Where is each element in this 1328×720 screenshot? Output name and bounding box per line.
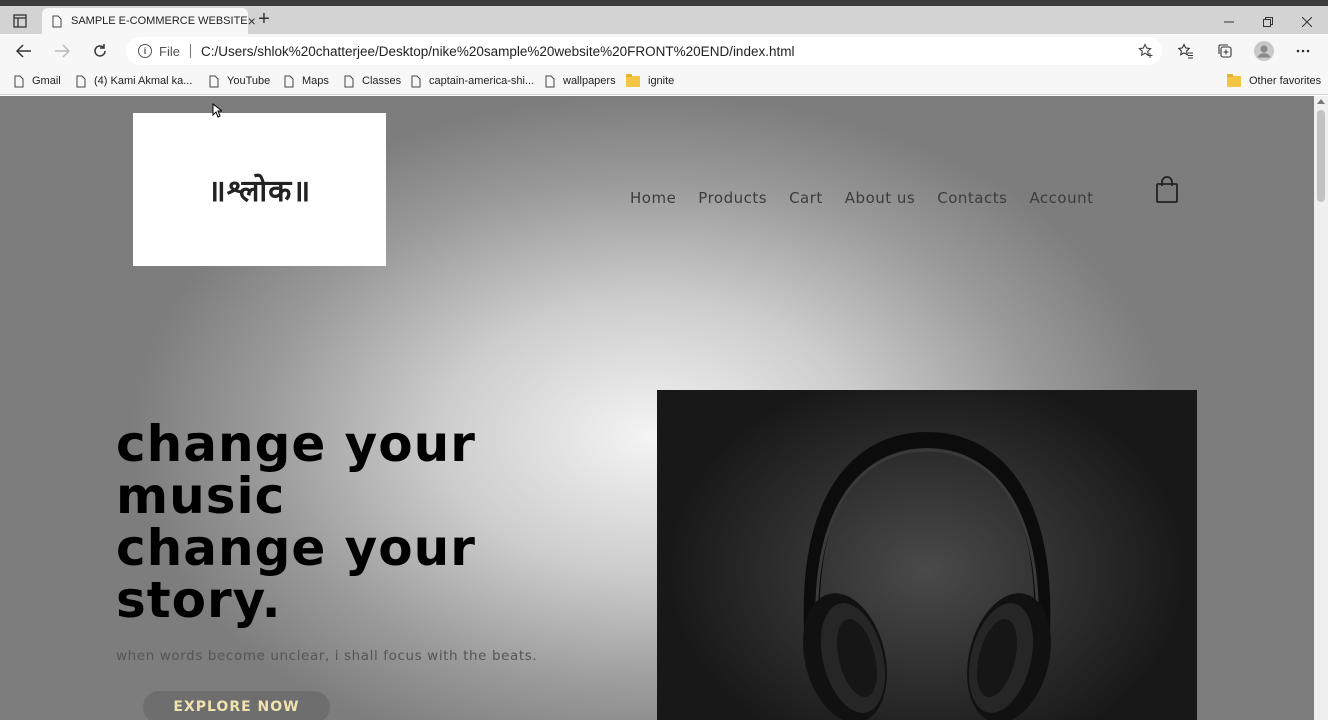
bookmark-kami-akmal[interactable]: (4) Kami Akmal ka... bbox=[76, 72, 192, 90]
bookmark-wallpapers[interactable]: wallpapers bbox=[545, 72, 616, 90]
bookmark-label: Maps bbox=[302, 75, 329, 87]
bookmark-captain-america[interactable]: captain-america-shi... bbox=[411, 72, 534, 90]
page-icon bbox=[411, 75, 421, 87]
bookmark-maps[interactable]: Maps bbox=[284, 72, 329, 90]
mouse-cursor-icon bbox=[212, 102, 224, 123]
bookmark-label: Classes bbox=[362, 75, 402, 87]
bookmarks-bar: Gmail (4) Kami Akmal ka... YouTube Maps … bbox=[0, 68, 1328, 95]
url-scheme: File bbox=[159, 43, 180, 59]
page-icon bbox=[344, 75, 354, 87]
hero-headline: change your music change your story. bbox=[116, 418, 476, 626]
url-text[interactable]: C:/Users/shlok%20chatterjee/Desktop/nike… bbox=[201, 44, 795, 59]
nav-products[interactable]: Products bbox=[698, 189, 767, 207]
headline-line: story. bbox=[116, 571, 282, 629]
logo-text: ॥श्लोक॥ bbox=[207, 174, 312, 209]
headphones-image bbox=[657, 390, 1197, 720]
site-logo[interactable]: ॥श्लोक॥ bbox=[133, 113, 386, 266]
headline-line: change your bbox=[116, 519, 476, 577]
other-favorites[interactable]: Other favorites bbox=[1227, 72, 1321, 90]
bookmark-label: ignite bbox=[648, 75, 675, 87]
close-window-icon[interactable] bbox=[1288, 12, 1326, 32]
page-icon bbox=[52, 14, 62, 28]
url-separator bbox=[189, 44, 191, 58]
nav-cart[interactable]: Cart bbox=[789, 189, 823, 207]
tab-actions-icon[interactable] bbox=[8, 11, 32, 31]
bookmark-label: wallpapers bbox=[563, 75, 616, 87]
restore-icon[interactable] bbox=[1249, 12, 1287, 32]
page-icon bbox=[14, 75, 24, 87]
headline-line: change your bbox=[116, 415, 476, 473]
bookmark-gmail[interactable]: Gmail bbox=[14, 72, 61, 90]
page-scrollbar[interactable] bbox=[1314, 96, 1328, 720]
bookmark-label: (4) Kami Akmal ka... bbox=[94, 75, 193, 87]
bookmark-label: YouTube bbox=[227, 75, 271, 87]
folder-icon bbox=[626, 73, 640, 87]
bookmark-folder-ignite[interactable]: ignite bbox=[626, 72, 674, 90]
info-icon[interactable]: i bbox=[138, 44, 152, 58]
shopping-bag-icon[interactable] bbox=[1155, 176, 1179, 209]
headphones-illustration bbox=[803, 431, 1051, 720]
active-tab[interactable]: SAMPLE E-COMMERCE WEBSITE × bbox=[42, 8, 256, 34]
main-nav: Home Products Cart About us Contacts Acc… bbox=[630, 189, 1116, 207]
bookmark-label: captain-america-shi... bbox=[429, 75, 535, 87]
favorites-icon[interactable] bbox=[1174, 40, 1198, 62]
profile-avatar[interactable] bbox=[1252, 40, 1276, 62]
collections-icon[interactable] bbox=[1213, 40, 1237, 62]
page-icon bbox=[545, 75, 555, 87]
page-icon bbox=[209, 75, 219, 87]
browser-toolbar: i File C:/Users/shlok%20chatterjee/Deskt… bbox=[0, 34, 1328, 68]
tab-bar: SAMPLE E-COMMERCE WEBSITE × + bbox=[0, 6, 1328, 34]
refresh-icon[interactable] bbox=[87, 39, 113, 63]
nav-home[interactable]: Home bbox=[630, 189, 676, 207]
scroll-up-icon[interactable] bbox=[1317, 99, 1325, 104]
new-tab-button[interactable]: + bbox=[254, 9, 274, 30]
tab-title: SAMPLE E-COMMERCE WEBSITE bbox=[71, 15, 248, 27]
nav-contacts[interactable]: Contacts bbox=[937, 189, 1007, 207]
add-favorite-icon[interactable] bbox=[1138, 43, 1154, 64]
nav-account[interactable]: Account bbox=[1029, 189, 1093, 207]
hero-tagline: when words become unclear, i shall focus… bbox=[116, 648, 538, 664]
headline-line: music bbox=[116, 467, 286, 525]
address-bar[interactable]: i File C:/Users/shlok%20chatterjee/Deskt… bbox=[126, 37, 1162, 65]
minimize-icon[interactable] bbox=[1210, 12, 1248, 32]
other-favorites-label: Other favorites bbox=[1249, 75, 1322, 87]
bookmark-classes[interactable]: Classes bbox=[344, 72, 401, 90]
bookmark-label: Gmail bbox=[32, 75, 61, 87]
more-menu-icon[interactable] bbox=[1291, 40, 1315, 62]
page-icon bbox=[76, 75, 86, 87]
explore-now-button[interactable]: EXPLORE NOW bbox=[143, 691, 330, 720]
folder-icon bbox=[1227, 73, 1241, 87]
forward-arrow-icon[interactable] bbox=[49, 39, 75, 63]
scrollbar-thumb[interactable] bbox=[1317, 110, 1325, 202]
back-arrow-icon[interactable] bbox=[11, 39, 37, 63]
bookmark-youtube[interactable]: YouTube bbox=[209, 72, 270, 90]
page-icon bbox=[284, 75, 294, 87]
nav-about-us[interactable]: About us bbox=[845, 189, 915, 207]
page-viewport: ॥श्लोक॥ Home Products Cart About us Cont… bbox=[0, 96, 1314, 720]
